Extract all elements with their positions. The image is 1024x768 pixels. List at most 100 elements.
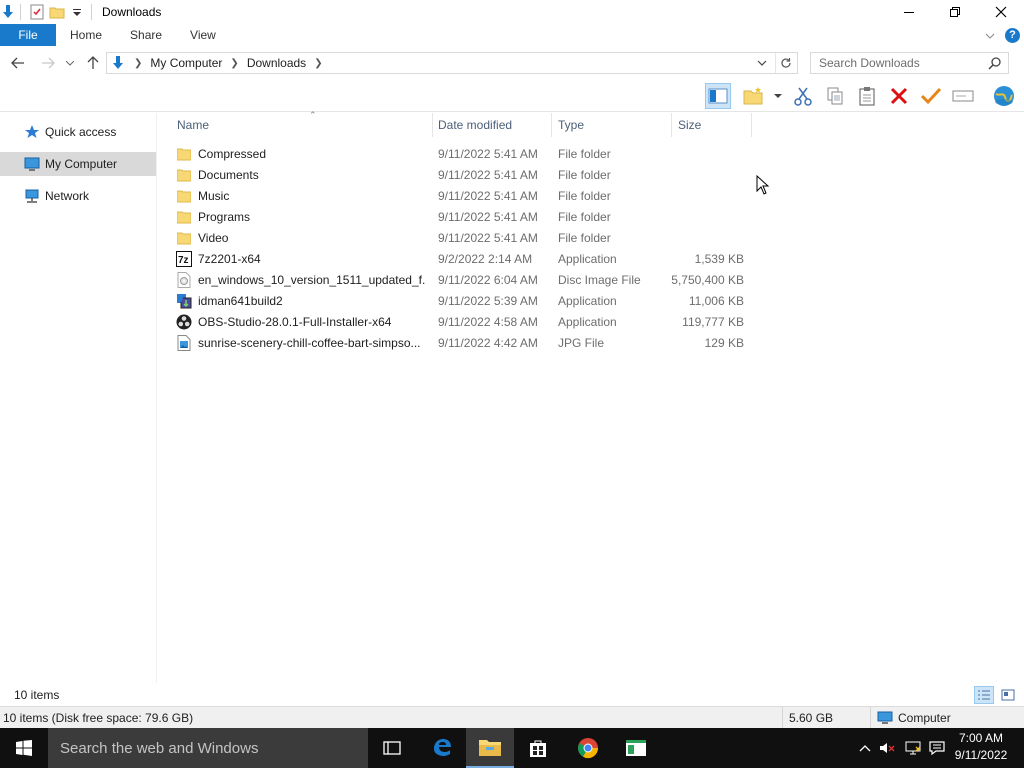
chevron-right-icon[interactable]: ❯ <box>230 58 238 69</box>
customize-dropdown-icon[interactable] <box>69 4 85 20</box>
address-bar[interactable]: ❯ My Computer ❯ Downloads ❯ <box>106 52 798 74</box>
taskbar-search[interactable]: Search the web and Windows <box>48 728 368 768</box>
download-arrow-icon <box>110 55 126 71</box>
disk-free-space: 10 items (Disk free space: 79.6 GB) <box>3 711 194 725</box>
breadcrumb: ❯ My Computer ❯ Downloads ❯ <box>126 56 331 70</box>
show-hidden-icons-icon[interactable] <box>856 728 874 768</box>
back-arrow-icon[interactable] <box>8 52 28 74</box>
computer-icon <box>24 156 40 172</box>
delete-icon[interactable] <box>886 83 912 109</box>
edge-icon[interactable] <box>418 728 466 768</box>
file-type: Application <box>558 293 617 308</box>
file-row[interactable]: Documents 9/11/2022 5:41 AM File folder <box>174 164 754 185</box>
rename-icon[interactable] <box>950 83 976 109</box>
taskbar: Search the web and Windows 7:00 AM 9/11/… <box>0 728 1024 768</box>
column-header-date[interactable]: Date modified <box>432 113 552 137</box>
file-date: 9/11/2022 5:41 AM <box>438 167 538 182</box>
task-view-icon[interactable] <box>368 728 416 768</box>
forward-arrow-icon[interactable] <box>38 52 58 74</box>
column-header-name[interactable]: Name ⌃ <box>171 110 433 137</box>
column-header-size[interactable]: Size <box>672 113 752 137</box>
file-row[interactable]: Video 9/11/2022 5:41 AM File folder <box>174 227 754 248</box>
recent-locations-icon[interactable] <box>62 52 78 74</box>
file-type: File folder <box>558 209 611 224</box>
file-row[interactable]: Compressed 9/11/2022 5:41 AM File folder <box>174 143 754 164</box>
copy-icon[interactable] <box>822 83 848 109</box>
nav-item-label: Network <box>45 189 90 203</box>
nav-item-quick-access[interactable]: Quick access <box>0 120 156 144</box>
folder-icon <box>176 167 192 183</box>
file-size <box>668 185 744 206</box>
column-header-label: Name <box>177 118 210 132</box>
file-row[interactable]: 7z 7z2201-x64 9/2/2022 2:14 AM Applicatio… <box>174 248 754 269</box>
address-dropdown-icon[interactable] <box>753 53 771 73</box>
search-input[interactable] <box>819 56 984 70</box>
large-icons-view-icon[interactable] <box>998 686 1018 704</box>
file-date: 9/2/2022 2:14 AM <box>438 251 533 266</box>
minimize-icon[interactable] <box>886 0 932 24</box>
search-icon[interactable] <box>988 56 1002 73</box>
breadcrumb-downloads[interactable]: Downloads <box>247 56 306 70</box>
file-row[interactable]: en_windows_10_version_1511_updated_f... … <box>174 269 754 290</box>
system-clock[interactable]: 7:00 AM 9/11/2022 <box>948 730 1014 766</box>
file-row[interactable]: sunrise-scenery-chill-coffee-bart-simpso… <box>174 332 754 353</box>
details-view-icon[interactable] <box>974 686 994 704</box>
store-icon[interactable] <box>514 728 562 768</box>
check-icon[interactable] <box>918 83 944 109</box>
file-row[interactable]: OBS-Studio-28.0.1-Full-Installer-x64 9/1… <box>174 311 754 332</box>
action-center-icon[interactable] <box>926 728 948 768</box>
restore-icon[interactable] <box>932 0 978 24</box>
windows-start-icon[interactable] <box>0 728 48 768</box>
refresh-icon[interactable] <box>775 53 795 73</box>
file-date: 9/11/2022 4:58 AM <box>438 314 538 329</box>
file-row[interactable]: idman641build2 9/11/2022 5:39 AM Applica… <box>174 290 754 311</box>
file-type: Application <box>558 314 617 329</box>
file-explorer-icon[interactable] <box>466 728 514 768</box>
globe-icon[interactable] <box>990 83 1018 109</box>
expand-ribbon-icon[interactable] <box>985 28 995 42</box>
preview-pane-icon[interactable] <box>705 83 731 109</box>
volume-muted-icon[interactable] <box>878 728 896 768</box>
network-status-icon[interactable] <box>902 728 924 768</box>
new-folder-icon[interactable] <box>742 83 764 109</box>
download-arrow-icon[interactable] <box>0 4 16 20</box>
file-row[interactable]: Programs 9/11/2022 5:41 AM File folder <box>174 206 754 227</box>
cut-icon[interactable] <box>790 83 816 109</box>
properties-icon[interactable] <box>29 4 45 20</box>
new-folder-icon[interactable] <box>49 4 65 20</box>
help-icon[interactable]: ? <box>1005 27 1020 43</box>
tab-share[interactable]: Share <box>116 24 176 46</box>
computer-icon <box>877 711 893 725</box>
nav-item-label: My Computer <box>45 157 118 171</box>
nav-item-network[interactable]: Network <box>0 184 156 208</box>
separator <box>20 4 21 20</box>
tab-home[interactable]: Home <box>56 24 116 46</box>
folder-icon <box>176 209 192 225</box>
tab-file[interactable]: File <box>0 24 56 46</box>
ribbon-controls: ? <box>985 24 1020 46</box>
chevron-right-icon[interactable]: ❯ <box>134 58 142 69</box>
chrome-icon[interactable] <box>564 728 612 768</box>
app-window-icon[interactable] <box>612 728 660 768</box>
title-bar: Downloads <box>0 0 1024 24</box>
file-type: JPG File <box>558 335 605 350</box>
up-arrow-icon[interactable] <box>83 52 103 74</box>
clock-date: 9/11/2022 <box>954 748 1008 762</box>
chevron-right-icon[interactable]: ❯ <box>314 58 322 69</box>
new-folder-dropdown-icon[interactable] <box>770 83 786 109</box>
tab-view[interactable]: View <box>176 24 230 46</box>
file-type: File folder <box>558 188 611 203</box>
obs-icon <box>176 314 192 330</box>
breadcrumb-my-computer[interactable]: My Computer <box>150 56 222 70</box>
nav-item-my-computer[interactable]: My Computer <box>0 152 156 176</box>
taskbar-search-placeholder: Search the web and Windows <box>60 739 259 757</box>
file-name: idman641build2 <box>198 293 283 308</box>
close-icon[interactable] <box>978 0 1024 24</box>
zone-label: Computer <box>898 710 951 725</box>
mouse-cursor-icon <box>756 174 770 198</box>
window-controls <box>886 0 1024 24</box>
file-row[interactable]: Music 9/11/2022 5:41 AM File folder <box>174 185 754 206</box>
paste-icon[interactable] <box>854 83 880 109</box>
column-header-type[interactable]: Type <box>552 113 672 137</box>
selection-size: 5.60 GB <box>782 707 870 728</box>
